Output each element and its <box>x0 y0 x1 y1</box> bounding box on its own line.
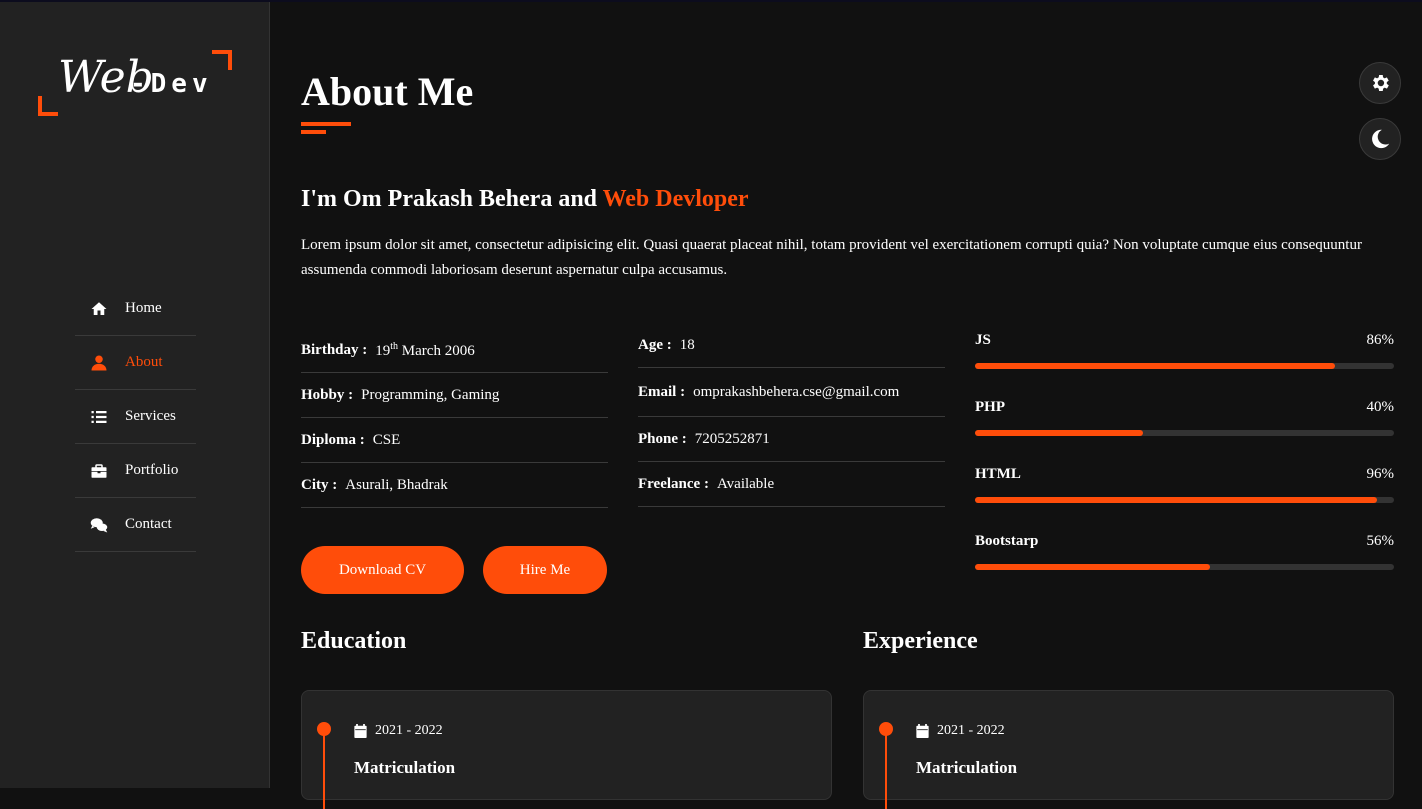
info-row-birthday: Birthday : 19th March 2006 <box>301 328 608 373</box>
skill-progress-fill <box>975 497 1378 503</box>
skill-js: JS 86% <box>975 330 1394 397</box>
settings-button[interactable] <box>1359 62 1401 104</box>
list-icon <box>89 408 109 426</box>
info-value: 18 <box>679 336 695 353</box>
info-key: Diploma : <box>301 431 365 448</box>
gear-icon <box>1373 75 1389 91</box>
timeline-date-text: 2021 - 2022 <box>937 723 1005 738</box>
timeline-date-text: 2021 - 2022 <box>375 723 443 738</box>
skill-name: Bootstarp <box>975 533 1039 549</box>
timeline-date: 2021 - 2022 <box>916 723 1005 739</box>
education-card: 2021 - 2022 Matriculation <box>301 690 832 809</box>
info-key: Freelance : <box>638 475 709 492</box>
hire-me-button[interactable]: Hire Me <box>483 546 607 594</box>
info-value: Programming, Gaming <box>361 386 500 403</box>
info-key: Hobby : <box>301 386 354 403</box>
calendar-icon <box>354 724 367 738</box>
info-key: City : <box>301 476 338 493</box>
skill-percent: 40% <box>1366 399 1395 415</box>
page-title: About Me <box>301 69 474 114</box>
info-row-hobby: Hobby : Programming, Gaming <box>301 373 608 418</box>
comments-icon <box>89 516 109 534</box>
info-value: omprakashbehera.cse@gmail.com <box>693 383 900 400</box>
info-value: 7205252871 <box>694 430 770 447</box>
briefcase-icon <box>89 462 109 480</box>
timeline-item-title: Matriculation <box>916 758 1018 777</box>
intro-paragraph: Lorem ipsum dolor sit amet, consectetur … <box>301 237 1362 278</box>
info-value: Available <box>716 475 775 492</box>
timeline-date: 2021 - 2022 <box>354 723 443 739</box>
user-icon <box>89 354 109 372</box>
theme-toggle-button[interactable] <box>1359 118 1401 160</box>
nav-item-about[interactable]: About <box>75 336 196 390</box>
nav-item-services[interactable]: Services <box>75 390 196 444</box>
intro-heading-prefix: I'm Om Prakash Behera and <box>301 186 603 212</box>
skill-html: HTML 96% <box>975 464 1394 531</box>
info-key: Birthday : <box>301 341 368 358</box>
skill-progress-track <box>975 564 1394 570</box>
skill-progress-fill <box>975 363 1336 369</box>
experience-title: Experience <box>863 628 978 654</box>
info-key: Email : <box>638 383 686 400</box>
skills-list: JS 86% PHP 40% HTML 96% Bootstarp 56% <box>975 330 1394 598</box>
skill-progress-track <box>975 430 1394 436</box>
info-row-email: Email : omprakashbehera.cse@gmail.com <box>638 368 945 417</box>
intro-heading: I'm Om Prakash Behera and Web Devloper <box>301 186 749 213</box>
intro-heading-role: Web Devloper <box>602 186 749 212</box>
info-row-diploma: Diploma : CSE <box>301 418 608 463</box>
info-row-city: City : Asurali, Bhadrak <box>301 463 608 508</box>
skill-php: PHP 40% <box>975 397 1394 464</box>
nav-item-label: Home <box>125 300 162 316</box>
logo-rest-text: -Dev <box>130 69 213 99</box>
info-row-age: Age : 18 <box>638 323 945 368</box>
nav-item-label: Services <box>125 408 176 424</box>
skill-name: JS <box>975 332 991 348</box>
skill-name: PHP <box>975 399 1005 415</box>
main-nav: Home About Services Portfolio Contact <box>75 282 196 552</box>
nav-item-home[interactable]: Home <box>75 282 196 336</box>
timeline-line <box>323 729 325 809</box>
info-row-phone: Phone : 7205252871 <box>638 417 945 462</box>
logo[interactable]: Web -Dev <box>38 50 234 118</box>
nav-item-label: Portfolio <box>125 462 179 478</box>
info-value: 19th March 2006 <box>375 340 475 359</box>
nav-item-portfolio[interactable]: Portfolio <box>75 444 196 498</box>
skill-percent: 86% <box>1366 332 1395 348</box>
nav-item-label: Contact <box>125 516 172 532</box>
home-icon <box>89 300 109 318</box>
info-row-freelance: Freelance : Available <box>638 462 945 507</box>
info-key: Age : <box>638 336 672 353</box>
calendar-icon <box>916 724 929 738</box>
experience-card: 2021 - 2022 Matriculation <box>863 690 1394 809</box>
skill-progress-fill <box>975 564 1210 570</box>
info-list-right: Age : 18 Email : omprakashbehera.cse@gma… <box>638 323 945 507</box>
moon-icon <box>1372 129 1390 149</box>
skill-bootstrap: Bootstarp 56% <box>975 531 1394 598</box>
title-underline <box>301 122 351 126</box>
skill-percent: 96% <box>1366 466 1395 482</box>
info-key: Phone : <box>638 430 687 447</box>
timeline-line <box>885 729 887 809</box>
skill-percent: 56% <box>1366 533 1395 549</box>
title-underline-short <box>301 130 326 134</box>
info-list-left: Birthday : 19th March 2006 Hobby : Progr… <box>301 328 608 508</box>
download-cv-button[interactable]: Download CV <box>301 546 464 594</box>
nav-item-contact[interactable]: Contact <box>75 498 196 552</box>
skill-progress-fill <box>975 430 1143 436</box>
sidebar: Web -Dev Home About Services Portfolio C… <box>0 2 270 788</box>
education-title: Education <box>301 628 407 654</box>
skill-name: HTML <box>975 466 1021 482</box>
nav-item-label: About <box>125 354 163 370</box>
info-value: CSE <box>372 431 401 448</box>
skill-progress-track <box>975 497 1394 503</box>
timeline-item-title: Matriculation <box>354 758 456 777</box>
logo-corner-top-right <box>212 50 232 70</box>
logo-corner-bottom-left <box>38 96 58 116</box>
skill-progress-track <box>975 363 1394 369</box>
info-value: Asurali, Bhadrak <box>345 476 448 493</box>
